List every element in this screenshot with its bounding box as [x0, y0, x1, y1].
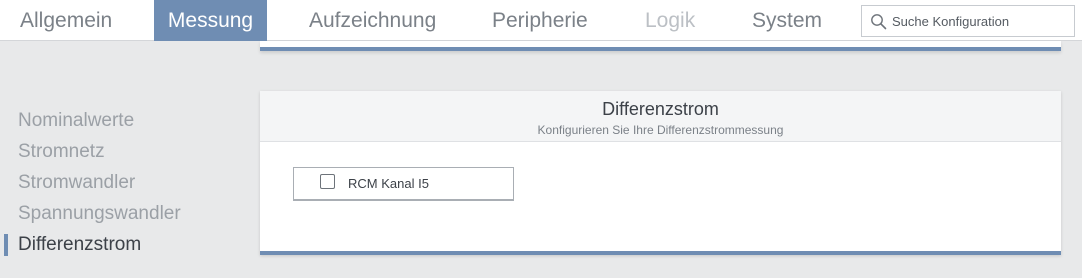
sidebar-item-label: Differenzstrom: [18, 234, 142, 255]
sidebar-item-label: Nominalwerte: [18, 110, 135, 131]
sidebar-item-nominalwerte[interactable]: Nominalwerte: [0, 108, 240, 139]
sidebar-item-label: Stromnetz: [18, 141, 105, 162]
card-title: Differenzstrom: [602, 99, 719, 119]
tab-aufzeichnung[interactable]: Aufzeichnung: [309, 0, 459, 41]
sidebar-item-stromnetz[interactable]: Stromnetz: [0, 139, 240, 170]
rcm-channel-option[interactable]: RCM Kanal I5: [293, 167, 514, 201]
sidebar: Nominalwerte Stromnetz Stromwandler Span…: [0, 108, 240, 263]
tab-system[interactable]: System: [752, 0, 832, 41]
differenzstrom-card: Differenzstrom Konfigurieren Sie Ihre Di…: [260, 91, 1061, 255]
search-icon[interactable]: [870, 13, 887, 30]
previous-card-edge: [260, 41, 1061, 51]
search-box: [861, 5, 1075, 37]
sidebar-item-spannungswandler[interactable]: Spannungswandler: [0, 201, 240, 232]
sidebar-item-label: Spannungswandler: [18, 203, 181, 224]
sidebar-item-differenzstrom[interactable]: Differenzstrom: [0, 232, 240, 263]
rcm-channel-label: RCM Kanal I5: [348, 176, 429, 191]
top-navigation: Allgemein Messung Aufzeichnung Peripheri…: [0, 0, 1082, 41]
tab-logik: Logik: [645, 9, 696, 32]
rcm-channel-checkbox[interactable]: [320, 174, 335, 189]
search-input[interactable]: [892, 6, 1072, 36]
sidebar-item-stromwandler[interactable]: Stromwandler: [0, 170, 240, 201]
tab-peripherie[interactable]: Peripherie: [492, 0, 602, 41]
card-header: Differenzstrom Konfigurieren Sie Ihre Di…: [260, 91, 1061, 142]
tab-messung[interactable]: Messung: [154, 0, 267, 41]
sidebar-item-label: Stromwandler: [18, 172, 136, 193]
active-indicator: [4, 234, 8, 256]
card-subtitle: Konfigurieren Sie Ihre Differenzstrommes…: [537, 123, 784, 137]
tab-allgemein[interactable]: Allgemein: [0, 0, 154, 41]
